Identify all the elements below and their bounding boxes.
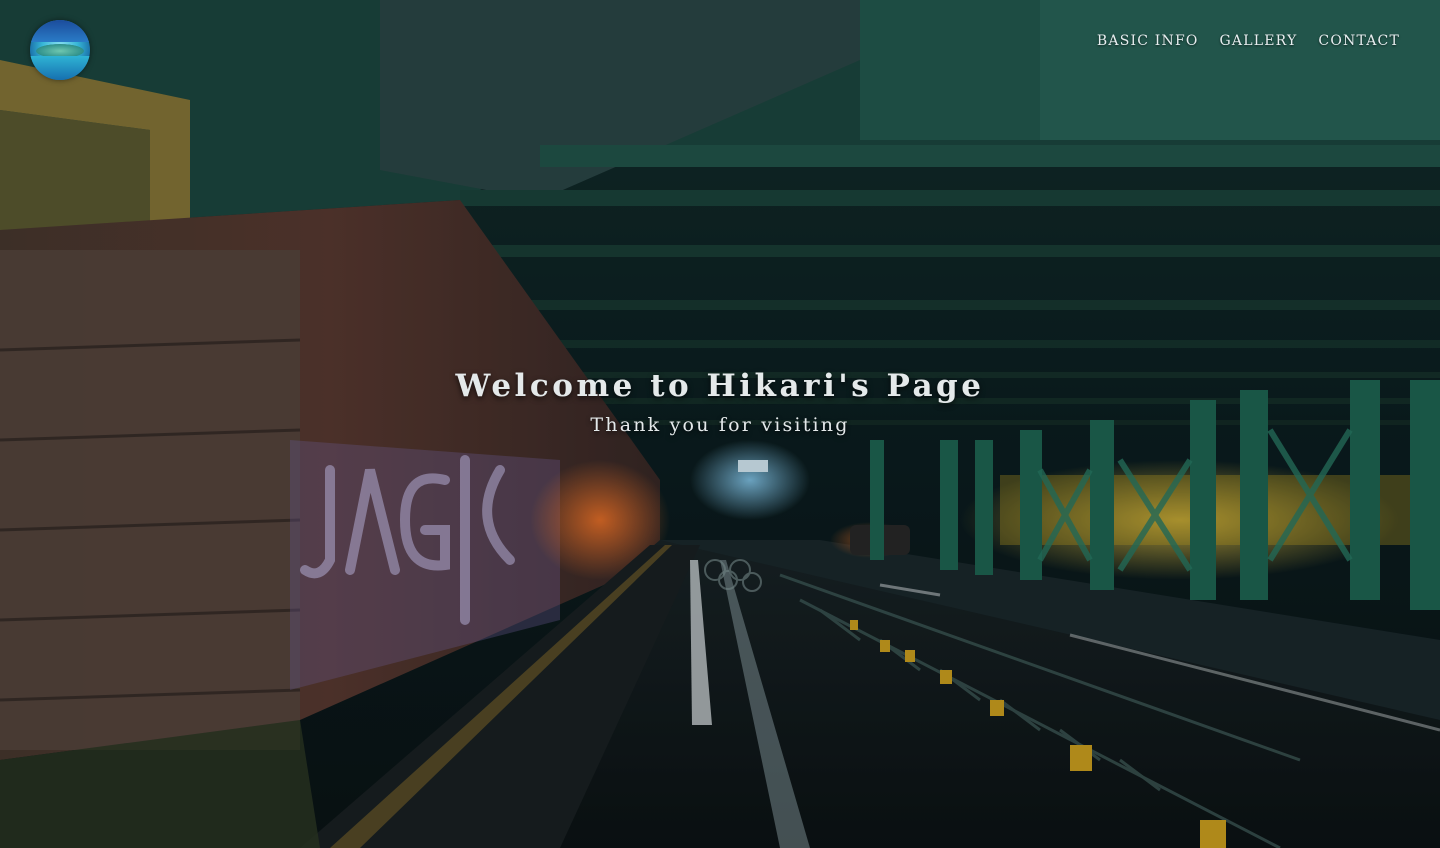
main-nav: BASIC INFO GALLERY CONTACT (1097, 33, 1400, 49)
site-header: BASIC INFO GALLERY CONTACT (0, 0, 1440, 100)
logo-sky (30, 20, 90, 42)
nav-link-basic-info[interactable]: BASIC INFO (1097, 33, 1199, 49)
nav-link-gallery[interactable]: GALLERY (1220, 33, 1298, 49)
logo-sea (30, 56, 90, 80)
hero-text-block: Welcome to Hikari's Page Thank you for v… (0, 368, 1440, 436)
island-ocean-logo-icon[interactable] (30, 20, 90, 80)
hero-subtitle: Thank you for visiting (590, 414, 850, 436)
nav-link-contact[interactable]: CONTACT (1318, 33, 1400, 49)
hero-title: Welcome to Hikari's Page (455, 368, 985, 404)
